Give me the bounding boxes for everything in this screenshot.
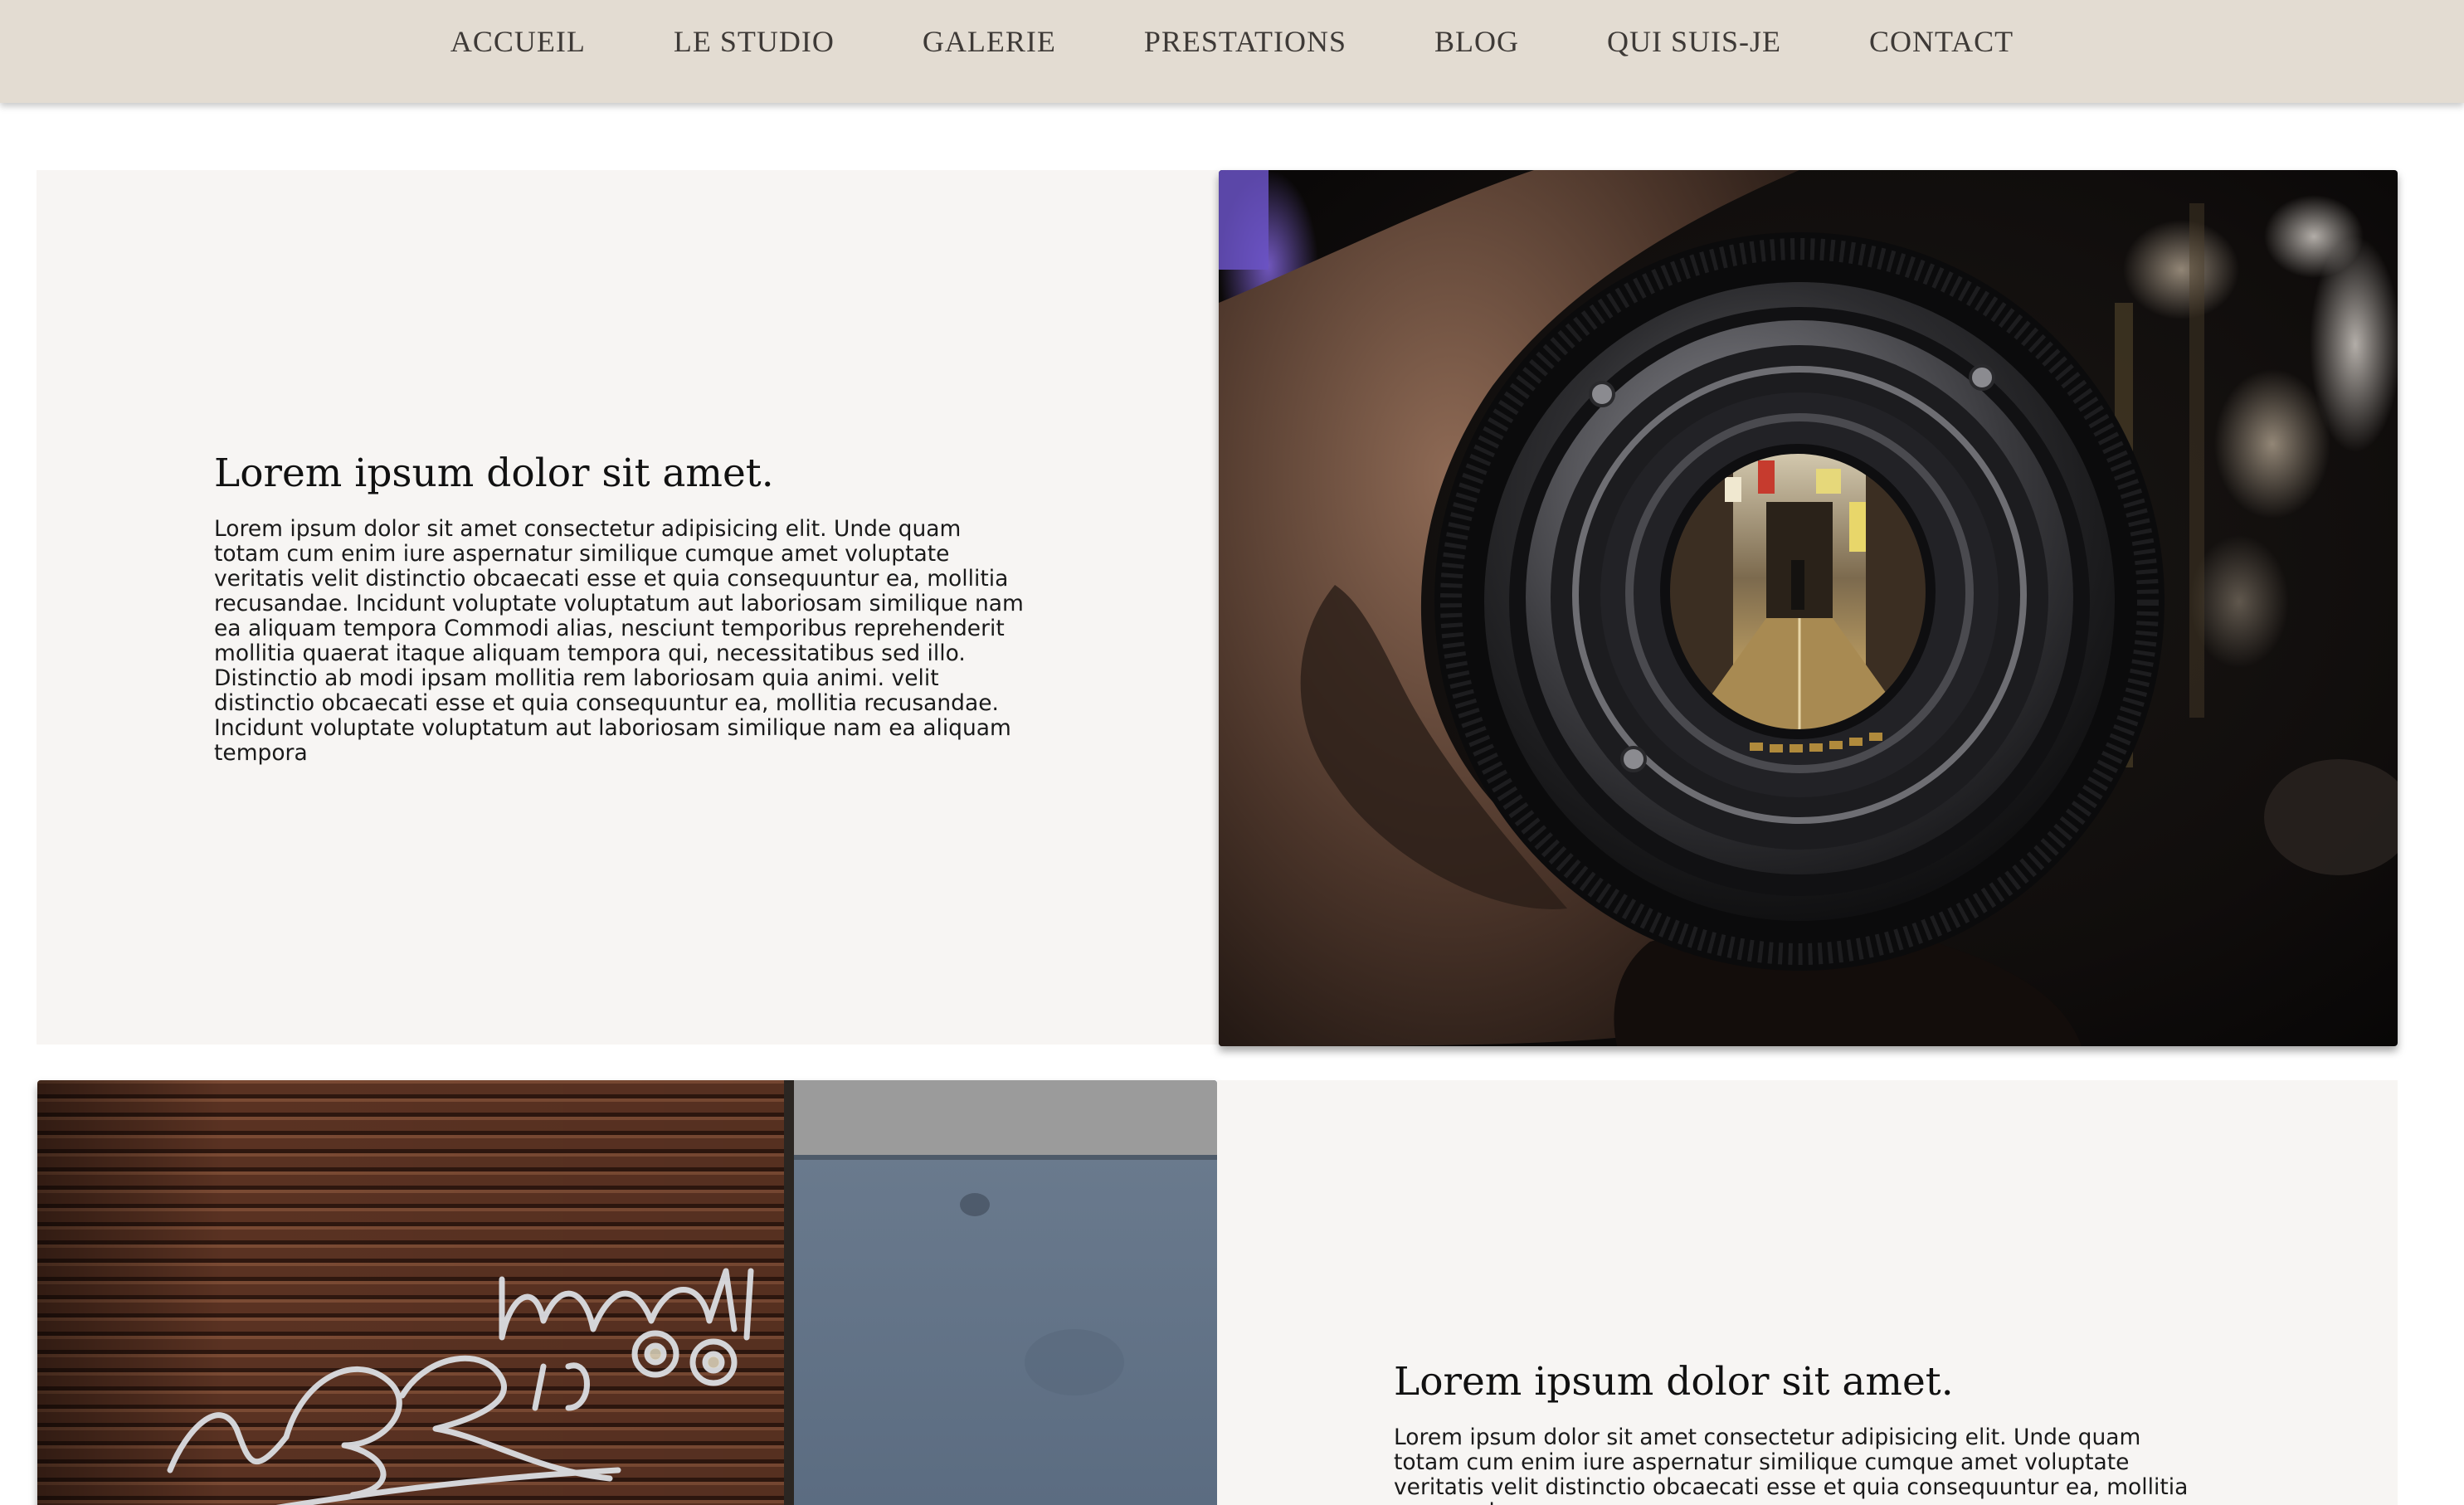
- top-navigation-bar: ACCUEIL LE STUDIO GALERIE PRESTATIONS BL…: [0, 0, 2464, 103]
- graffiti-illustration: [37, 1080, 1217, 1505]
- nav-item-blog[interactable]: BLOG: [1434, 24, 1519, 59]
- section-2-heading: Lorem ipsum dolor sit amet.: [1394, 1359, 1954, 1405]
- camera-lens-photo: [1219, 170, 2398, 1046]
- nav-item-le-studio[interactable]: LE STUDIO: [674, 24, 835, 59]
- nav-item-qui-suis-je[interactable]: QUI SUIS-JE: [1607, 24, 1781, 59]
- section-1-text-panel: Lorem ipsum dolor sit amet. Lorem ipsum …: [37, 170, 1219, 1045]
- section-2-paragraph: Lorem ipsum dolor sit amet consectetur a…: [1394, 1425, 2189, 1505]
- section-1-heading: Lorem ipsum dolor sit amet.: [214, 451, 774, 496]
- graffiti-shutter-photo: [37, 1080, 1217, 1505]
- nav-menu: ACCUEIL LE STUDIO GALERIE PRESTATIONS BL…: [0, 0, 2464, 83]
- nav-item-prestations[interactable]: PRESTATIONS: [1144, 24, 1346, 59]
- nav-item-galerie[interactable]: GALERIE: [923, 24, 1056, 59]
- nav-item-accueil[interactable]: ACCUEIL: [450, 24, 586, 59]
- section-2-text-panel: Lorem ipsum dolor sit amet. Lorem ipsum …: [1217, 1080, 2398, 1505]
- nav-item-contact[interactable]: CONTACT: [1869, 24, 2014, 59]
- section-1-paragraph: Lorem ipsum dolor sit amet consectetur a…: [214, 516, 1024, 766]
- camera-lens-illustration: [1219, 170, 2398, 1046]
